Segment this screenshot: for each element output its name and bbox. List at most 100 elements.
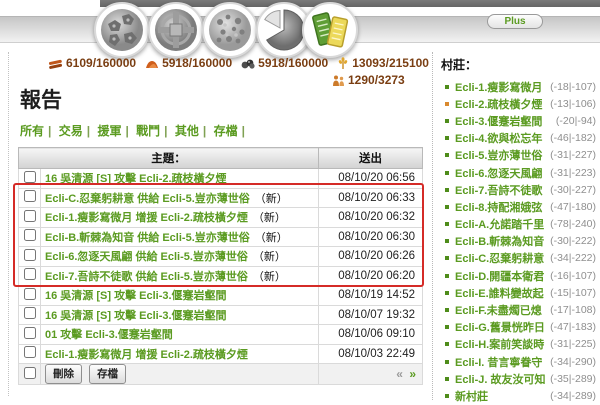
filter-link[interactable]: 所有 xyxy=(20,124,44,138)
village-list-item: Ecli-3.偃蹇岩壑間 (-20|-94) xyxy=(441,112,596,129)
report-checkbox[interactable] xyxy=(23,209,36,222)
filter-link[interactable]: 其他 xyxy=(175,124,199,138)
report-checkbox[interactable] xyxy=(23,248,36,261)
report-subject-link[interactable]: 16 吳清源 [S] 攻擊 Ecli-3.偃蹇岩壑間 xyxy=(41,290,227,302)
plus-button[interactable]: Plus xyxy=(487,14,543,29)
new-report-badge: （新） xyxy=(252,212,286,225)
village-link[interactable]: Ecli-1.瘦影寫微月 xyxy=(455,79,542,95)
village-coordinates: (-20|-94) xyxy=(555,114,596,127)
village-bullet-icon xyxy=(445,222,449,227)
village-link[interactable]: Ecli-F.未盡燭已熄 xyxy=(455,302,542,318)
reports-icon xyxy=(312,12,349,48)
report-subject-link[interactable]: Ecli-C.忍棄躬耕意 供給 Ecli-5.豈亦薄世俗 xyxy=(41,193,250,205)
village-list-item: Ecli-1.瘦影寫微月 (-18|-107) xyxy=(441,78,596,95)
clay-amount: 5918/160000 xyxy=(162,56,233,70)
iron-resource: 5918/160000 xyxy=(241,56,328,70)
report-row: Ecli-B.斬棘為知音 供給 Ecli-5.豈亦薄世俗 （新） 08/10/20… xyxy=(18,226,423,247)
previous-page-arrow[interactable]: « xyxy=(396,367,403,381)
report-sent-time: 08/10/20 06:32 xyxy=(318,207,423,228)
village-link[interactable]: Ecli-H.案前笑談時 xyxy=(455,336,544,352)
report-checkbox[interactable] xyxy=(23,190,36,203)
village-bullet-icon xyxy=(445,153,449,158)
iron-amount: 5918/160000 xyxy=(258,56,329,70)
village-coordinates: (-34|-222) xyxy=(550,252,596,265)
village-coordinates: (-16|-107) xyxy=(550,269,596,282)
report-subject-link[interactable]: Ecli-7.吾詩不徒歌 供給 Ecli-5.豈亦薄世俗 xyxy=(41,271,248,283)
village-link[interactable]: Ecli-D.開疆本衛君 xyxy=(455,268,544,284)
report-checkbox[interactable] xyxy=(23,170,36,183)
nav-reports-button[interactable] xyxy=(302,2,358,58)
filter-separator: | xyxy=(86,124,91,138)
village-link[interactable]: Ecli-C.忍棄躬耕意 xyxy=(455,250,544,266)
village-coordinates: (-34|-289) xyxy=(550,389,596,402)
village-list-item: Ecli-I. 昔言寧眷守 (-34|-290) xyxy=(441,353,596,370)
report-checkbox[interactable] xyxy=(23,229,36,242)
village-link[interactable]: Ecli-6.忽逐天風翩 xyxy=(455,165,542,181)
village-link[interactable]: Ecli-B.斬棘為知音 xyxy=(455,233,544,249)
filter-separator: | xyxy=(125,124,129,138)
village-link[interactable]: Ecli-4.欲與松忘年 xyxy=(455,130,542,146)
filter-link[interactable]: 存檔 xyxy=(214,124,238,138)
free-crop-amount: 1290/3273 xyxy=(348,73,405,87)
village-list-item: Ecli-H.案前笑談時 (-31|-225) xyxy=(441,336,596,353)
village-coordinates: (-17|-108) xyxy=(550,304,596,317)
report-row: 16 吳清源 [S] 攻擊 Ecli-3.偃蹇岩壑間 08/10/07 19:3… xyxy=(18,304,423,325)
report-subject-link[interactable]: Ecli-1.瘦影寫微月 增援 Ecli-2.疏枝橫夕煙 xyxy=(41,349,248,361)
village-link[interactable]: Ecli-3.偃蹇岩壑間 xyxy=(455,113,542,129)
village-link[interactable]: Ecli-A.允諾踏千里 xyxy=(455,216,544,232)
filter-link[interactable]: 戰鬥 xyxy=(136,124,160,138)
archive-button[interactable]: 存檔 xyxy=(89,364,127,384)
report-subject-link[interactable]: Ecli-1.瘦影寫微月 增援 Ecli-2.疏枝橫夕煙 xyxy=(41,212,248,224)
village-bullet-icon xyxy=(445,325,449,330)
village-link[interactable]: 新村莊 xyxy=(455,388,488,404)
wood-amount: 6109/160000 xyxy=(66,56,137,70)
report-subject-link[interactable]: 16 吳清源 [S] 攻擊 Ecli-2.疏枝橫夕煙 xyxy=(41,173,227,185)
next-page-arrow[interactable]: » xyxy=(409,367,416,381)
filter-link[interactable]: 援軍 xyxy=(97,124,121,138)
iron-icon xyxy=(241,59,255,69)
village-bullet-icon xyxy=(445,376,449,381)
village-link[interactable]: Ecli-I. 昔言寧眷守 xyxy=(455,354,542,370)
village-link[interactable]: Ecli-E.誰料變故起 xyxy=(455,285,544,301)
report-subject-link[interactable]: Ecli-6.忽逐天風翩 供給 Ecli-5.豈亦薄世俗 xyxy=(41,251,248,263)
village-list-item: Ecli-C.忍棄躬耕意 (-34|-222) xyxy=(441,250,596,267)
village-link[interactable]: Ecli-2.疏枝橫夕煙 xyxy=(455,96,542,112)
filter-link[interactable]: 交易 xyxy=(59,124,83,138)
report-checkbox[interactable] xyxy=(23,268,36,281)
village-list-item: Ecli-4.欲與松忘年 (-46|-182) xyxy=(441,130,596,147)
crop-amount: 13093/215100 xyxy=(352,56,429,70)
delete-button[interactable]: 刪除 xyxy=(45,364,82,384)
village-list-item: Ecli-J. 故友汝可知 (-35|-289) xyxy=(441,370,596,387)
village-coordinates: (-78|-240) xyxy=(550,218,596,231)
village-coordinates: (-34|-290) xyxy=(550,355,596,368)
report-checkbox[interactable] xyxy=(23,287,36,300)
report-checkbox[interactable] xyxy=(23,307,36,320)
village-link[interactable]: Ecli-G.舊景恍昨日 xyxy=(455,319,545,335)
village-list-item: Ecli-2.疏枝橫夕煙 (-13|-106) xyxy=(441,95,596,112)
clay-icon xyxy=(146,60,159,68)
village-list-item: Ecli-G.舊景恍昨日 (-47|-183) xyxy=(441,319,596,336)
nav-village-centre-button[interactable] xyxy=(148,2,204,58)
select-all-checkbox[interactable] xyxy=(23,366,36,379)
report-row: Ecli-1.瘦影寫微月 增援 Ecli-2.疏枝橫夕煙 08/10/03 22… xyxy=(18,343,423,364)
village-overview-icon xyxy=(101,9,143,51)
report-checkbox[interactable] xyxy=(23,326,36,339)
nav-map-button[interactable] xyxy=(202,2,258,58)
report-subject-link[interactable]: Ecli-B.斬棘為知音 供給 Ecli-5.豈亦薄世俗 xyxy=(41,232,250,244)
village-link[interactable]: Ecli-5.豈亦薄世俗 xyxy=(455,147,542,163)
report-subject-link[interactable]: 01 攻擊 Ecli-3.偃蹇岩壑間 xyxy=(41,329,173,341)
village-bullet-icon xyxy=(445,256,449,261)
village-link[interactable]: Ecli-7.吾詩不徒歌 xyxy=(455,182,542,198)
report-subject-link[interactable]: 16 吳清源 [S] 攻擊 Ecli-3.偃蹇岩壑間 xyxy=(41,310,227,322)
village-list-item: Ecli-E.誰料變故起 (-15|-107) xyxy=(441,284,596,301)
nav-village-overview-button[interactable] xyxy=(94,2,150,58)
village-list-item: Ecli-6.忽逐天風翩 (-31|-223) xyxy=(441,164,596,181)
new-report-badge: （新） xyxy=(252,251,286,264)
new-report-badge: （新） xyxy=(254,192,288,205)
village-link[interactable]: Ecli-8.持配湘娥弦 xyxy=(455,199,542,215)
new-report-badge: （新） xyxy=(252,270,286,283)
new-report-badge: （新） xyxy=(254,231,288,244)
village-link[interactable]: Ecli-J. 故友汝可知 xyxy=(455,371,545,387)
report-checkbox[interactable] xyxy=(23,346,36,359)
report-sent-time: 08/10/03 22:49 xyxy=(318,343,423,364)
